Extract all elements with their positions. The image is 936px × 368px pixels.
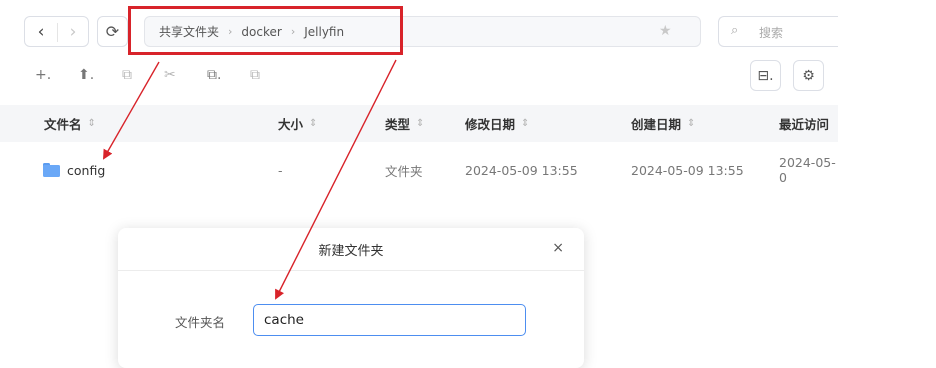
annotation-arrows bbox=[103, 59, 397, 300]
annotation-arrow bbox=[103, 61, 160, 160]
annotation-arrow bbox=[275, 59, 397, 300]
